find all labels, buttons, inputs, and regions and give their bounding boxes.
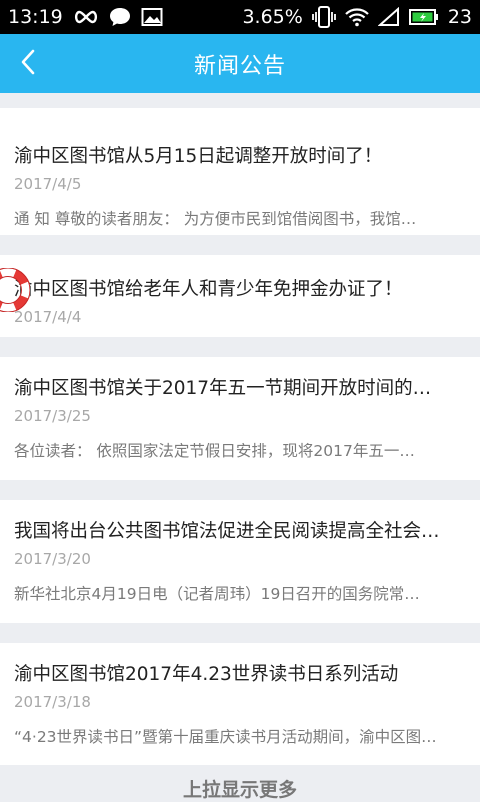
image-icon <box>141 7 163 27</box>
chevron-left-icon <box>20 49 36 79</box>
news-summary: 各位读者： 依照国家法定节假日安排，现将2017年五一… <box>14 442 415 460</box>
page-title: 新闻公告 <box>193 53 286 79</box>
vibrate-icon <box>311 6 336 28</box>
battery-icon <box>408 8 439 26</box>
infinity-icon <box>73 10 99 24</box>
back-button[interactable] <box>8 42 48 86</box>
status-bar: 13:19 3.65% 23 <box>0 0 480 34</box>
news-date: 2017/4/5 <box>14 175 82 193</box>
message-icon <box>109 7 131 27</box>
lifebuoy-icon <box>0 267 31 316</box>
status-battery-percent: 3.65% <box>242 6 303 28</box>
news-title: 渝中区图书馆2017年4.23世界读书日系列活动 <box>14 664 399 685</box>
news-title: 我国将出台公共图书馆法促进全民阅读提高全社会… <box>14 521 440 542</box>
news-item[interactable]: 渝中区图书馆从5月15日起调整开放时间了！ 2017/4/5 通 知 尊敬的读者… <box>0 108 480 235</box>
app-header: 新闻公告 <box>0 34 480 93</box>
news-item[interactable]: 我国将出台公共图书馆法促进全民阅读提高全社会… 2017/3/20 新华社北京4… <box>0 500 480 623</box>
wifi-icon <box>345 7 369 27</box>
news-item[interactable]: 渝中区图书馆2017年4.23世界读书日系列活动 2017/3/18 “4·23… <box>0 643 480 765</box>
news-summary: “4·23世界读书日”暨第十届重庆读书月活动期间，渝中区图… <box>14 728 437 746</box>
news-date: 2017/3/20 <box>14 550 91 568</box>
news-title: 渝中区图书馆关于2017年五一节期间开放时间的… <box>14 378 432 399</box>
load-more-hint[interactable]: 上拉显示更多 <box>0 775 480 802</box>
news-date: 2017/3/18 <box>14 693 91 711</box>
news-summary: 通 知 尊敬的读者朋友： 为方便市民到馆借阅图书，我馆… <box>14 210 417 228</box>
status-battery-level: 23 <box>447 6 472 28</box>
signal-icon <box>377 7 400 27</box>
status-time: 13:19 <box>8 6 63 28</box>
news-item[interactable]: 渝中区图书馆关于2017年五一节期间开放时间的… 2017/3/25 各位读者：… <box>0 357 480 480</box>
news-title: 渝中区图书馆给老年人和青少年免押金办证了！ <box>14 279 403 300</box>
news-summary: 新华社北京4月19日电（记者周玮）19日召开的国务院常… <box>14 585 420 603</box>
news-title: 渝中区图书馆从5月15日起调整开放时间了！ <box>14 146 383 167</box>
news-item[interactable]: 渝中区图书馆给老年人和青少年免押金办证了！ 2017/4/4 <box>0 255 480 337</box>
news-date: 2017/3/25 <box>14 407 91 425</box>
floating-help-button[interactable] <box>0 267 31 313</box>
